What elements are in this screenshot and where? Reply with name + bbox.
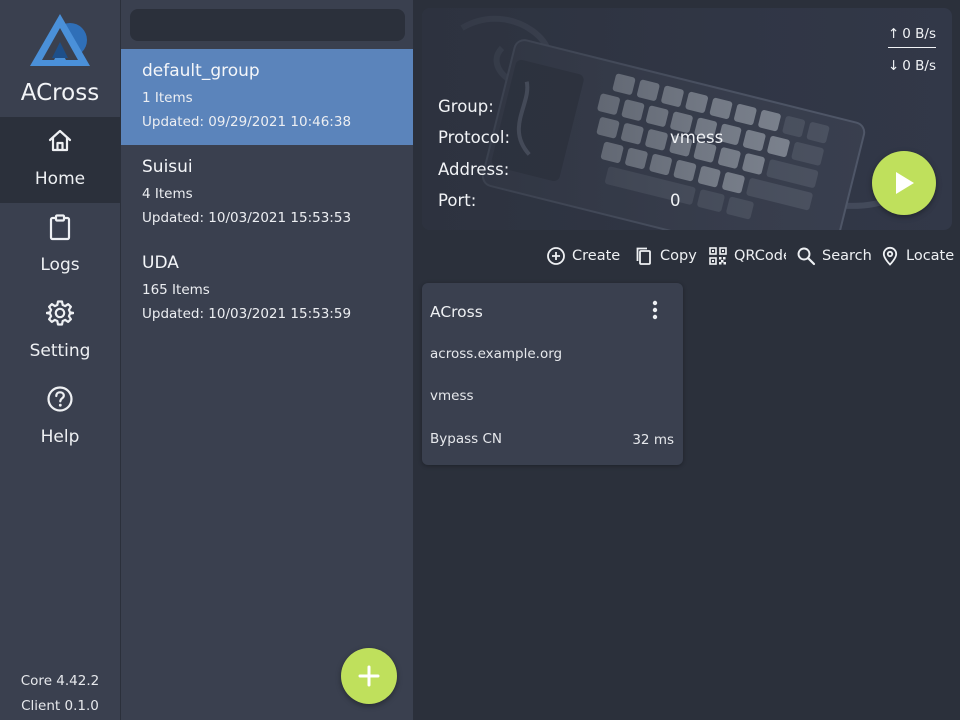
qrcode-icon (709, 247, 727, 265)
server-routing: Bypass CN (430, 431, 502, 447)
search-label: Search (822, 248, 872, 264)
server-toolbar: Create Copy QRCode Search (0, 244, 960, 268)
group-panel: default_group 1 Items Updated: 09/29/202… (121, 0, 413, 720)
nav-setting[interactable]: Setting (0, 289, 120, 375)
group-count: 4 Items (142, 186, 193, 202)
create-label: Create (572, 248, 621, 264)
status-panel: ↑ 0 B/s ↓ 0 B/s Group: Protocol: vmess A… (422, 8, 952, 230)
group-count: 165 Items (142, 282, 210, 298)
group-name: default_group (142, 61, 260, 81)
server-address: across.example.org (430, 346, 563, 362)
status-panel-overlay (422, 8, 952, 230)
search-icon (797, 247, 816, 266)
core-version: Core 4.42.2 (20, 673, 100, 689)
server-name: ACross (430, 303, 483, 321)
help-circle-icon (47, 386, 73, 412)
nav-home[interactable]: Home (0, 117, 120, 203)
upload-speed: ↑ 0 B/s (887, 26, 936, 48)
group-updated: Updated: 10/03/2021 15:53:53 (142, 210, 352, 226)
address-label: Address: (438, 160, 510, 179)
arrow-up-icon: ↑ (887, 26, 900, 42)
server-card[interactable]: ACross across.example.org vmess Bypass C… (422, 283, 683, 465)
server-latency: 32 ms (632, 432, 674, 448)
group-count: 1 Items (142, 90, 193, 106)
download-speed: ↓ 0 B/s (888, 58, 936, 74)
app-title: ACross (20, 80, 100, 106)
upload-speed-value: 0 B/s (902, 26, 936, 42)
location-pin-icon (882, 246, 898, 266)
gear-icon (46, 300, 74, 326)
group-item[interactable]: Suisui 4 Items Updated: 10/03/2021 15:53… (121, 145, 413, 241)
port-label: Port: (438, 191, 477, 210)
home-icon (48, 129, 72, 152)
copy-label: Copy (660, 248, 697, 264)
arrow-down-icon: ↓ (887, 58, 900, 74)
more-vert-icon[interactable] (645, 299, 665, 321)
nav-help[interactable]: Help (0, 375, 120, 461)
protocol-label: Protocol: (438, 128, 511, 147)
add-group-button[interactable] (341, 648, 397, 704)
plus-icon (358, 665, 380, 687)
add-circle-icon (547, 247, 565, 265)
nav-label: Home (34, 169, 86, 189)
protocol-value: vmess (670, 128, 724, 147)
port-value: 0 (670, 191, 681, 210)
group-search-input[interactable] (130, 9, 405, 41)
copy-icon (636, 247, 651, 265)
copy-button[interactable]: Copy (634, 244, 697, 268)
group-updated: Updated: 09/29/2021 10:46:38 (142, 114, 352, 130)
qrcode-button[interactable]: QRCode (708, 244, 786, 268)
app-logo (30, 14, 90, 66)
clipboard-icon (49, 214, 71, 241)
group-item[interactable]: default_group 1 Items Updated: 09/29/202… (121, 49, 413, 145)
group-label: Group: (438, 97, 494, 116)
server-protocol: vmess (430, 388, 474, 404)
group-updated: Updated: 10/03/2021 15:53:59 (142, 306, 352, 322)
client-version: Client 0.1.0 (21, 698, 99, 714)
create-button[interactable]: Create (546, 244, 620, 268)
sidebar: ACross Home Logs Setting Help Core 4.42.… (0, 0, 120, 720)
play-icon (896, 172, 914, 194)
nav-label: Setting (29, 341, 91, 361)
search-button[interactable]: Search (796, 244, 872, 268)
locate-label: Locate (906, 248, 955, 264)
qrcode-label: QRCode (734, 248, 786, 264)
connect-button[interactable] (872, 151, 936, 215)
nav-label: Help (40, 427, 80, 447)
download-speed-value: 0 B/s (902, 58, 936, 74)
group-name: Suisui (142, 157, 193, 177)
locate-button[interactable]: Locate (880, 244, 954, 268)
